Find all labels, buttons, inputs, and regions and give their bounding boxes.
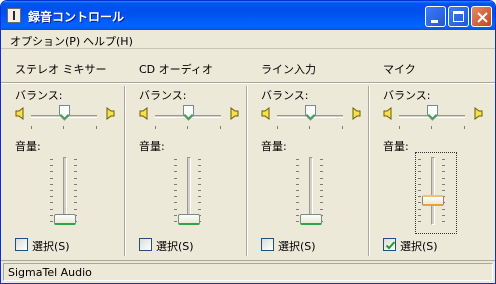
volume-focus: [415, 152, 457, 234]
speaker-left-icon: [15, 107, 25, 123]
maximize-button[interactable]: [448, 6, 469, 27]
balance-slider[interactable]: [305, 105, 316, 124]
volume-slider[interactable]: [54, 214, 76, 225]
close-button[interactable]: [471, 6, 492, 27]
volume-label: 音量:: [383, 140, 409, 153]
menu-help[interactable]: ヘルプ(H): [83, 33, 133, 49]
balance-ticks: [155, 126, 221, 130]
panel-title: ライン入力: [261, 63, 316, 76]
recording-control-window: 録音コントロール オプション(P) ヘルプ(H) ステレオ ミキサー バランス: 音…: [0, 0, 496, 284]
status-bar: SigmaTel Audio: [1, 260, 495, 283]
panel-title: マイク: [383, 63, 416, 76]
volume-label: 音量:: [261, 140, 287, 153]
speaker-left-icon: [383, 107, 393, 123]
panel-divider: [246, 86, 248, 256]
panel-separator: [369, 82, 495, 84]
select-label[interactable]: 選択(S): [278, 238, 316, 254]
panel-title: CD オーディオ: [139, 63, 213, 76]
balance-label: バランス:: [139, 89, 187, 102]
select-checkbox[interactable]: [383, 238, 396, 251]
balance-label: バランス:: [383, 89, 431, 102]
app-icon[interactable]: [7, 8, 21, 23]
mixer-panel: マイクバランス: 音量: 選択(S): [369, 50, 495, 260]
select-checkbox[interactable]: [261, 238, 274, 251]
window-title: 録音コントロール: [28, 10, 125, 24]
minimize-icon: [431, 20, 438, 23]
mixer-panel: CD オーディオ バランス: 音量: 選択(S): [125, 50, 247, 260]
speaker-right-icon: [105, 107, 115, 123]
balance-slider[interactable]: [183, 105, 194, 124]
mixer-panels: ステレオ ミキサー バランス: 音量: 選択(S) CD オーディオ バランス: 音量: 選択…: [1, 50, 495, 260]
maximize-icon: [453, 11, 464, 22]
volume-label: 音量:: [139, 140, 165, 153]
panel-separator: [125, 82, 247, 84]
status-device: SigmaTel Audio: [8, 266, 92, 279]
balance-label: バランス:: [261, 89, 309, 102]
menu-bar: オプション(P) ヘルプ(H): [1, 30, 495, 49]
panel-title: ステレオ ミキサー: [15, 63, 107, 76]
select-label[interactable]: 選択(S): [156, 238, 194, 254]
speaker-right-icon: [473, 107, 483, 123]
panel-divider: [368, 86, 370, 256]
panel-separator: [1, 82, 125, 84]
panel-separator: [247, 82, 369, 84]
balance-ticks: [399, 126, 465, 130]
balance-ticks: [31, 126, 97, 130]
panel-divider: [124, 86, 126, 256]
speaker-right-icon: [351, 107, 361, 123]
select-label[interactable]: 選択(S): [400, 238, 438, 254]
close-icon: [477, 12, 488, 23]
balance-slider[interactable]: [59, 105, 70, 124]
speaker-left-icon: [139, 107, 149, 123]
select-label[interactable]: 選択(S): [32, 238, 70, 254]
menu-options[interactable]: オプション(P): [10, 33, 80, 49]
mixer-panel: ステレオ ミキサー バランス: 音量: 選択(S): [1, 50, 125, 260]
balance-slider[interactable]: [427, 105, 438, 124]
title-bar[interactable]: 録音コントロール: [1, 1, 495, 30]
volume-slider[interactable]: [300, 214, 322, 225]
select-checkbox[interactable]: [15, 238, 28, 251]
balance-ticks: [277, 126, 343, 130]
minimize-button[interactable]: [425, 6, 446, 27]
status-field: SigmaTel Audio: [3, 263, 493, 281]
mixer-panel: ライン入力バランス: 音量: 選択(S): [247, 50, 369, 260]
volume-label: 音量:: [15, 140, 41, 153]
balance-label: バランス:: [15, 89, 63, 102]
select-checkbox[interactable]: [139, 238, 152, 251]
volume-slider[interactable]: [178, 214, 200, 225]
speaker-right-icon: [229, 107, 239, 123]
speaker-left-icon: [261, 107, 271, 123]
